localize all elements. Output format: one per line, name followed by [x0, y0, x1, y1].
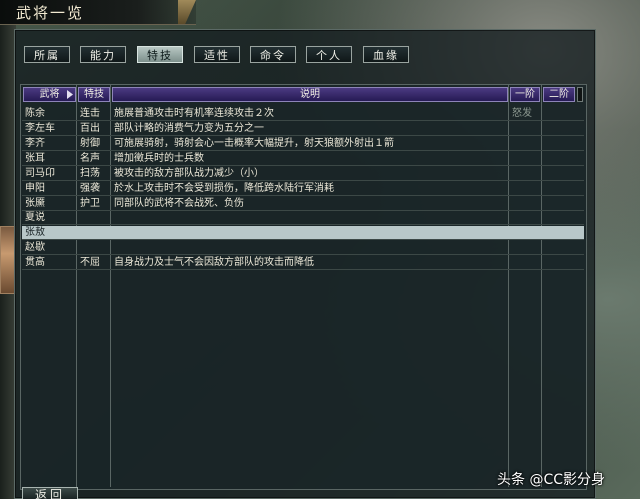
row-description: 於水上攻击时不会受到损伤，降低跨水陆行军消耗 — [114, 183, 334, 194]
tab-skill[interactable]: 特技 — [137, 46, 183, 63]
table-row-selected[interactable]: 张敖 — [22, 226, 584, 240]
header-officer-label: 武将 — [39, 89, 60, 100]
row-skill: 扫荡 — [80, 168, 100, 179]
row-description: 施展普通攻击时有机率连续攻击２次 — [114, 108, 274, 119]
row-description: 同部队的武将不会战死、负伤 — [114, 198, 244, 209]
row-skill: 名声 — [80, 153, 100, 164]
tab-aptitude[interactable]: 适性 — [194, 46, 240, 63]
row-description: 被攻击的敌方部队战力减少（小） — [114, 168, 264, 179]
table-row[interactable]: 赵歇 — [22, 241, 584, 255]
tab-ability[interactable]: 能力 — [80, 46, 126, 63]
tab-affiliation[interactable]: 所属 — [24, 46, 70, 63]
row-rank-one: 怒发 — [512, 108, 532, 119]
row-officer-name: 张黡 — [25, 198, 45, 209]
tab-command[interactable]: 命令 — [250, 46, 296, 63]
row-description: 可施展骑射，骑射会心一击概率大幅提升，射天狼额外射出１箭 — [114, 138, 394, 149]
row-officer-name: 赵歇 — [25, 242, 45, 253]
window-title-bar: 武将一览 — [0, 0, 196, 25]
tab-personal[interactable]: 个人 — [306, 46, 352, 63]
row-officer-name: 贯高 — [25, 257, 45, 268]
row-officer-name: 申阳 — [25, 183, 45, 194]
table-row[interactable]: 司马卬 扫荡 被攻击的敌方部队战力减少（小） — [22, 167, 584, 181]
table-row[interactable]: 张黡 护卫 同部队的武将不会战死、负伤 — [22, 197, 584, 211]
header-officer[interactable]: 武将 — [23, 87, 76, 102]
table-row[interactable]: 申阳 强袭 於水上攻击时不会受到损伤，降低跨水陆行军消耗 — [22, 182, 584, 196]
row-officer-name: 李左车 — [25, 123, 55, 134]
table-row[interactable]: 李齐 射御 可施展骑射，骑射会心一击概率大幅提升，射天狼额外射出１箭 — [22, 137, 584, 151]
row-officer-name: 李齐 — [25, 138, 45, 149]
row-skill: 不屈 — [80, 257, 100, 268]
header-rank-one[interactable]: 一阶 — [510, 87, 540, 102]
back-button[interactable]: 返回 — [22, 487, 78, 499]
tab-bloodline[interactable]: 血缘 — [363, 46, 409, 63]
watermark-text: 头条 @CC影分身 — [497, 472, 606, 488]
row-officer-name: 司马卬 — [25, 168, 55, 179]
row-description: 部队计略的消费气力变为五分之一 — [114, 123, 264, 134]
table-scrollbar[interactable] — [577, 87, 583, 102]
row-skill: 强袭 — [80, 183, 100, 194]
table-row[interactable]: 张耳 名声 增加徵兵时的士兵数 — [22, 152, 584, 166]
header-rank-two[interactable]: 二阶 — [543, 87, 575, 102]
row-officer-name: 陈余 — [25, 108, 45, 119]
table-row[interactable]: 陈余 连击 施展普通攻击时有机率连续攻击２次 怒发 — [22, 107, 584, 121]
table-row[interactable]: 李左车 百出 部队计略的消费气力变为五分之一 — [22, 122, 584, 136]
row-skill: 射御 — [80, 138, 100, 149]
table-row[interactable]: 夏说 — [22, 211, 584, 225]
header-skill[interactable]: 特技 — [78, 87, 110, 102]
row-skill: 连击 — [80, 108, 100, 119]
header-description[interactable]: 说明 — [112, 87, 508, 102]
row-skill: 百出 — [80, 123, 100, 134]
window-title: 武将一览 — [16, 4, 85, 22]
row-description: 增加徵兵时的士兵数 — [114, 153, 204, 164]
row-officer-name: 张耳 — [25, 153, 45, 164]
row-officer-name: 夏说 — [25, 212, 45, 223]
table-row[interactable]: 贯高 不屈 自身战力及士气不会因敌方部队的攻击而降低 — [22, 256, 584, 270]
row-description: 自身战力及士气不会因敌方部队的攻击而降低 — [114, 257, 314, 268]
row-officer-name: 张敖 — [25, 227, 45, 238]
title-ornament — [178, 0, 196, 24]
sort-arrow-icon — [67, 90, 73, 99]
row-skill: 护卫 — [80, 198, 100, 209]
